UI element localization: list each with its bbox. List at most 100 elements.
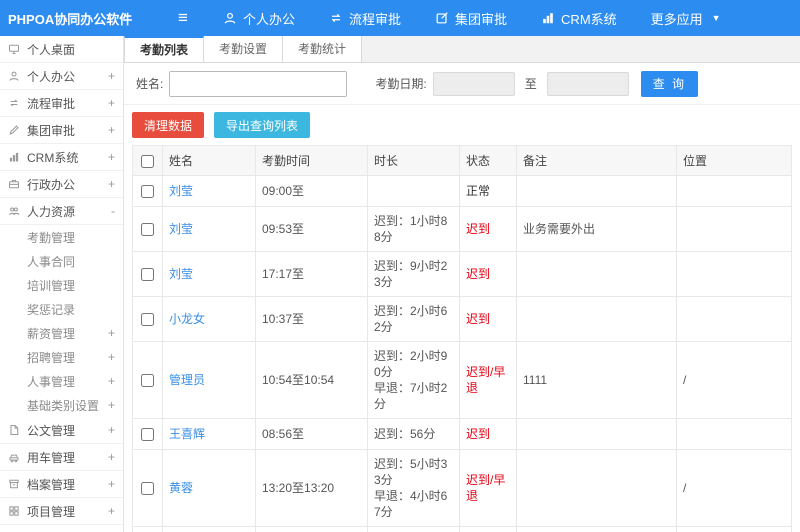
column-header-note: 备注: [516, 145, 677, 176]
duration: 迟到：9小时23分: [374, 259, 448, 289]
expander-icon[interactable]: +: [105, 398, 115, 412]
top-nav: 个人办公 流程审批 集团审批 CRM系统 更多应用 ▼: [206, 0, 738, 36]
select-all-checkbox[interactable]: [141, 154, 154, 168]
date-filter-label: 考勤日期:: [375, 77, 427, 91]
employee-name-link[interactable]: 黄蓉: [169, 481, 193, 495]
sidebar-item-label: 项目管理: [27, 504, 76, 519]
location: [676, 175, 792, 207]
flow-icon: [329, 11, 343, 25]
expander-icon[interactable]: +: [105, 326, 115, 340]
table-header-row: 姓名 考勤时间 时长 状态 备注 位置: [132, 145, 792, 176]
nav-item-label: 更多应用: [650, 11, 703, 27]
expander-icon[interactable]: +: [105, 423, 115, 437]
expander-icon[interactable]: +: [105, 96, 115, 110]
status: 迟到/早退: [459, 341, 517, 419]
archive-icon: [8, 478, 23, 490]
team-icon: [8, 205, 23, 217]
nav-item-label: CRM系统: [561, 11, 617, 27]
employee-name-link[interactable]: 王喜辉: [169, 427, 205, 441]
nav-item-workflow-approval[interactable]: 流程审批: [312, 0, 418, 36]
duration: 迟到：1小时88分: [374, 214, 448, 244]
duration: 迟到：2小时90分: [374, 349, 448, 379]
attendance-time: 10:54至10:54: [255, 341, 368, 419]
employee-name-link[interactable]: 刘莹: [169, 267, 193, 281]
row-checkbox[interactable]: [141, 268, 154, 282]
attendance-time: 10:02至: [255, 526, 368, 532]
sidebar-subitem-personnel[interactable]: 人事管理 +: [0, 369, 123, 393]
sidebar-item-crm[interactable]: CRM系统 +: [0, 144, 123, 171]
caret-down-icon: ▼: [711, 13, 721, 23]
table-row: 管理员 10:54至10:54 迟到：2小时90分 早退：7小时2分 迟到/早退 …: [132, 341, 792, 419]
collapse-icon[interactable]: -: [105, 204, 115, 218]
expander-icon[interactable]: +: [105, 350, 115, 364]
sidebar-subitem-label: 人事合同: [27, 254, 76, 269]
expander-icon[interactable]: +: [105, 504, 115, 518]
sidebar-item-workflow-approval[interactable]: 流程审批 +: [0, 90, 123, 117]
employee-name-link[interactable]: 小龙女: [169, 312, 205, 326]
sidebar-subitem-attendance[interactable]: 考勤管理: [0, 225, 123, 249]
sidebar-subitem-hr-contract[interactable]: 人事合同: [0, 249, 123, 273]
sidebar-item-personal-office[interactable]: 个人办公 +: [0, 63, 123, 90]
sidebar-subitem-rewards[interactable]: 奖惩记录: [0, 297, 123, 321]
name-filter-input[interactable]: [169, 70, 348, 97]
search-button[interactable]: 查 询: [640, 70, 699, 97]
row-checkbox[interactable]: [141, 223, 154, 237]
row-checkbox[interactable]: [141, 428, 154, 442]
date-start-input[interactable]: [432, 71, 515, 96]
expander-icon[interactable]: +: [105, 69, 115, 83]
sidebar-subitem-label: 基础类别设置: [27, 398, 100, 413]
duration-2: 早退：7小时2分: [374, 381, 448, 411]
sidebar-subitem-recruitment[interactable]: 招聘管理 +: [0, 345, 123, 369]
tab-attendance-list[interactable]: 考勤列表: [124, 36, 205, 62]
app-window: PHPOA协同办公软件 ≡ 个人办公 流程审批 集团审批 CRM系统 更多应用 …: [0, 0, 800, 532]
sidebar-subitem-base-category[interactable]: 基础类别设置 +: [0, 393, 123, 417]
sidebar-item-label: 个人桌面: [27, 42, 76, 57]
chart-icon: [541, 11, 555, 25]
expander-icon[interactable]: +: [105, 477, 115, 491]
row-checkbox[interactable]: [141, 185, 154, 199]
note: [516, 175, 677, 207]
date-to-label: 至: [524, 77, 537, 91]
table-row: 刘莹 09:53至 迟到：1小时88分 迟到 业务需要外出: [132, 206, 792, 252]
status: 迟到: [459, 251, 517, 297]
note: [516, 296, 677, 342]
export-list-button[interactable]: 导出查询列表: [214, 112, 311, 138]
row-checkbox[interactable]: [141, 374, 154, 388]
expander-icon[interactable]: +: [105, 123, 115, 137]
attendance-time: 08:56至: [255, 418, 368, 450]
sidebar-item-label: 流程审批: [27, 96, 76, 111]
row-checkbox[interactable]: [141, 313, 154, 327]
hamburger-icon[interactable]: ≡: [168, 8, 198, 28]
table-row: 刘莹 17:17至 迟到：9小时23分 迟到: [132, 251, 792, 297]
sidebar-item-projects[interactable]: 项目管理 +: [0, 498, 123, 525]
clear-data-button[interactable]: 清理数据: [132, 112, 205, 138]
nav-item-more-apps[interactable]: 更多应用 ▼: [634, 0, 738, 36]
sidebar-item-desktop[interactable]: 个人桌面: [0, 36, 123, 63]
employee-name-link[interactable]: 刘莹: [169, 184, 193, 198]
employee-name-link[interactable]: 刘莹: [169, 222, 193, 236]
attendance-time: 10:37至: [255, 296, 368, 342]
sidebar-item-hr[interactable]: 人力资源 -: [0, 198, 123, 225]
expander-icon[interactable]: +: [105, 150, 115, 164]
tab-attendance-stats[interactable]: 考勤统计: [283, 36, 363, 62]
table-row: 王喜辉 10:02至 迟到：2小时03分 迟到: [132, 526, 792, 532]
sidebar-item-archives[interactable]: 档案管理 +: [0, 471, 123, 498]
sidebar-subitem-salary[interactable]: 薪资管理 +: [0, 321, 123, 345]
sidebar-item-vehicle[interactable]: 用车管理 +: [0, 444, 123, 471]
nav-item-group-approval[interactable]: 集团审批: [418, 0, 524, 36]
sidebar-subitem-training[interactable]: 培训管理: [0, 273, 123, 297]
tab-attendance-settings[interactable]: 考勤设置: [204, 36, 284, 62]
employee-name-link[interactable]: 管理员: [169, 373, 205, 387]
nav-item-crm[interactable]: CRM系统: [524, 0, 634, 36]
sidebar: 个人桌面 个人办公 + 流程审批 + 集团审批 + CRM系统 + 行政办公 +…: [0, 36, 124, 532]
sidebar-item-documents[interactable]: 公文管理 +: [0, 417, 123, 444]
row-checkbox[interactable]: [141, 482, 154, 496]
expander-icon[interactable]: +: [105, 177, 115, 191]
date-end-input[interactable]: [546, 71, 629, 96]
sidebar-item-admin-office[interactable]: 行政办公 +: [0, 171, 123, 198]
nav-item-personal-office[interactable]: 个人办公: [206, 0, 312, 36]
expander-icon[interactable]: +: [105, 450, 115, 464]
car-icon: [8, 451, 23, 463]
expander-icon[interactable]: +: [105, 374, 115, 388]
sidebar-item-group-approval[interactable]: 集团审批 +: [0, 117, 123, 144]
